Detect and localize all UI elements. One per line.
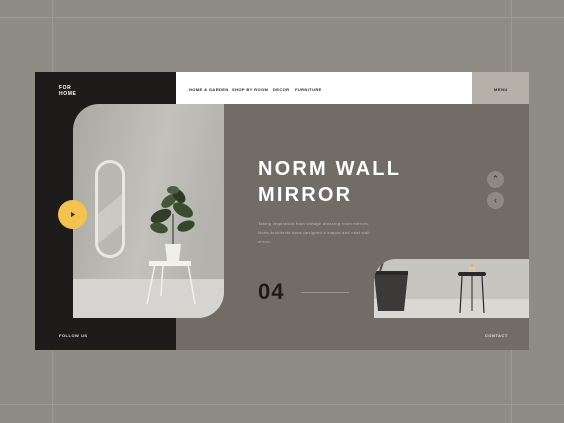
slide-number: 04 bbox=[258, 279, 285, 304]
chevron-left-icon: ‹ bbox=[494, 195, 497, 205]
play-button[interactable] bbox=[58, 200, 87, 229]
divider-line bbox=[301, 292, 349, 293]
page-title: NORM WALL MIRROR bbox=[258, 156, 401, 208]
nav-item-decor[interactable]: DECOR bbox=[273, 87, 289, 92]
next-slide-thumbnail[interactable] bbox=[374, 259, 529, 318]
nav-item-furniture[interactable]: FURNITURE bbox=[295, 87, 322, 92]
product-description: Taking inspiration from vintage dressing… bbox=[258, 221, 370, 244]
menu-label: MENU bbox=[494, 87, 508, 92]
hero-image bbox=[73, 104, 224, 318]
top-nav: HOME & GARDEN SHOP BY ROOM DECOR FURNITU… bbox=[176, 72, 472, 104]
prev-slide-button[interactable]: ⌃ bbox=[487, 171, 504, 188]
next-slide-button[interactable]: ‹ bbox=[487, 192, 504, 209]
title-line-1: NORM WALL bbox=[258, 158, 402, 180]
contact-link[interactable]: CONTACT bbox=[485, 333, 508, 338]
nav-item-shop-by-room[interactable]: SHOP BY ROOM bbox=[232, 87, 268, 92]
title-line-2: MIRROR bbox=[258, 184, 353, 206]
guide-line bbox=[0, 17, 564, 18]
chevron-up-icon: ⌃ bbox=[491, 174, 500, 184]
nav-item-home-garden[interactable]: HOME & GARDEN bbox=[189, 87, 229, 92]
brand-logo[interactable]: FOR HOME bbox=[59, 85, 76, 97]
guide-line bbox=[0, 404, 564, 405]
play-icon bbox=[71, 212, 75, 217]
menu-button[interactable]: MENU bbox=[472, 72, 529, 104]
follow-us-link[interactable]: FOLLOW US bbox=[59, 333, 88, 338]
page-card: FOR HOME FOLLOW US HOME & GARDEN SHOP BY… bbox=[35, 72, 529, 350]
